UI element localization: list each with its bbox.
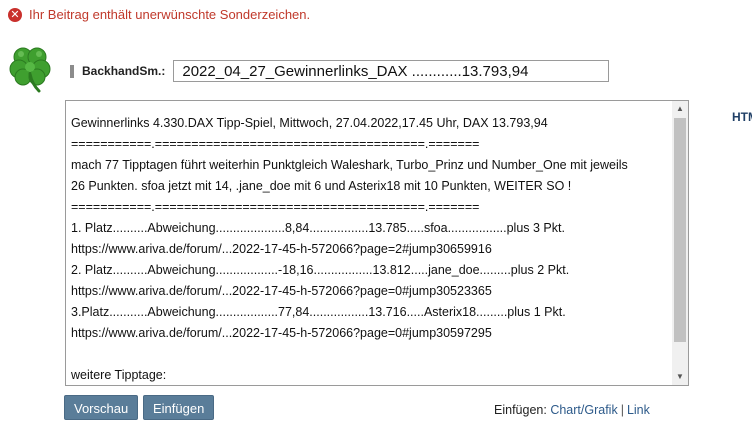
scroll-down-icon[interactable]: ▼ [672,369,688,385]
editor-line: 2. Platz..........Abweichung............… [71,263,570,277]
editor-line: weitere Tipptage: [71,368,167,382]
insert-chart-link[interactable]: Chart/Grafik [550,403,617,417]
editor-line: 26 Punkten. sfoa jetzt mit 14, .jane_doe… [71,179,572,193]
insert-button[interactable]: Einfügen [143,395,215,420]
scroll-thumb[interactable] [674,118,686,342]
insert-label: Einfügen: [494,403,547,417]
editor-line: 1. Platz..........Abweichung............… [71,221,565,235]
username[interactable]: BackhandSm.: [82,64,165,78]
editor-content[interactable]: Gewinnerlinks 4.330.DAX Tipp-Spiel, Mitt… [71,113,671,385]
error-x-icon: ✕ [8,7,22,22]
editor-line: https://www.ariva.de/forum/...2022-17-45… [71,284,492,298]
editor-line: ===========.============================… [71,137,480,151]
post-editor[interactable]: Gewinnerlinks 4.330.DAX Tipp-Spiel, Mitt… [65,100,689,386]
editor-line: 3.Platz...........Abweichung............… [71,305,566,319]
html-editor-link[interactable]: HTML-Ed [732,110,752,124]
preview-button[interactable]: Vorschau [64,395,139,420]
subject-input[interactable]: 2022_04_27_Gewinnerlinks_DAX ...........… [173,60,610,82]
editor-line: mach 77 Tipptagen führt weiterhin Punktg… [71,158,628,172]
editor-scrollbar[interactable]: ▲ ▼ [672,101,688,385]
scroll-up-icon[interactable]: ▲ [672,101,688,117]
editor-line: ===========.============================… [71,200,480,214]
user-marker [70,64,74,78]
subject-row: BackhandSm.: 2022_04_27_Gewinnerlinks_DA… [70,60,610,82]
error-text: Ihr Beitrag enthält unerwünschte Sonderz… [29,7,311,22]
insert-options: Einfügen: Chart/Grafik | Link [494,403,650,417]
error-message: ✕ Ihr Beitrag enthält unerwünschte Sonde… [8,7,310,22]
four-leaf-clover-icon [9,47,51,93]
insert-separator: | [620,403,624,417]
editor-line: https://www.ariva.de/forum/...2022-17-45… [71,326,492,340]
insert-link-link[interactable]: Link [627,403,650,417]
editor-line: https://www.ariva.de/forum/...2022-17-45… [71,242,492,256]
editor-line: Gewinnerlinks 4.330.DAX Tipp-Spiel, Mitt… [71,116,548,130]
